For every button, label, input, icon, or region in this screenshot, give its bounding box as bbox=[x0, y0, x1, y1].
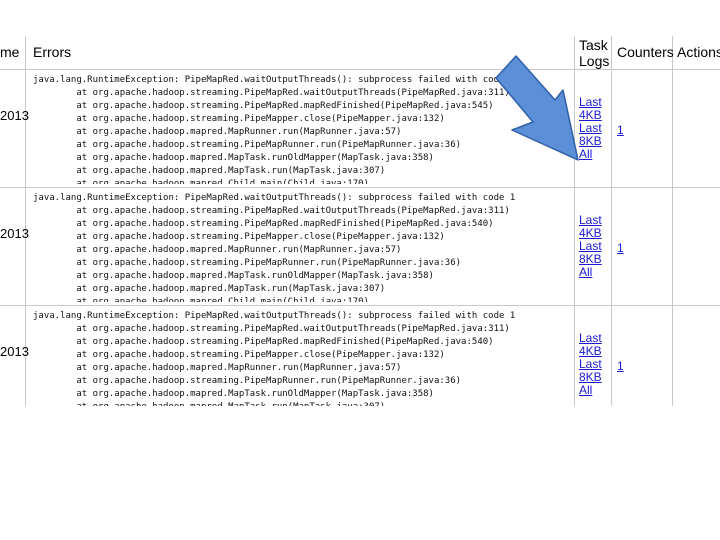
callout-arrow-shape bbox=[495, 55, 579, 161]
callout-arrow-icon bbox=[495, 55, 579, 161]
